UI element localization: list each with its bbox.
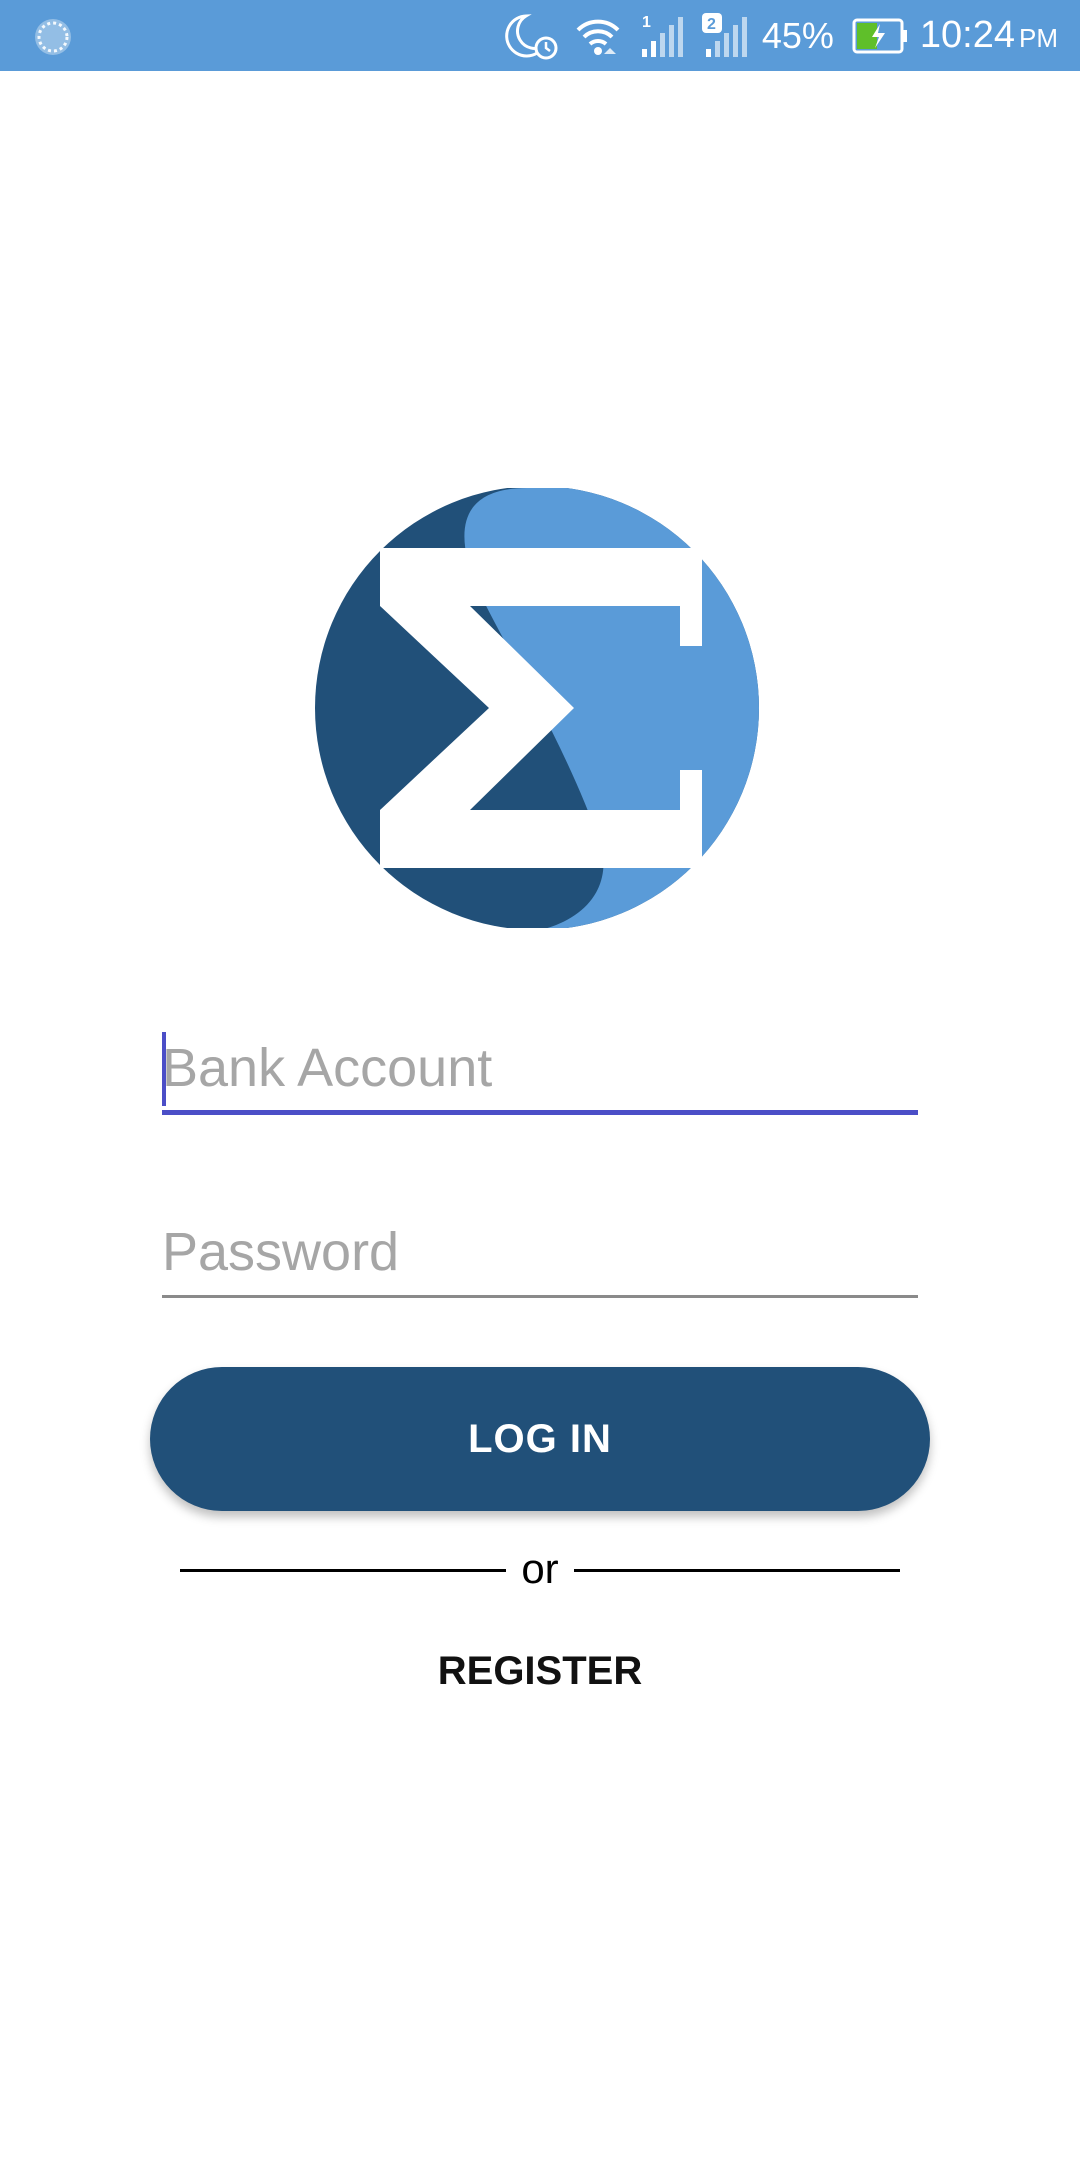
sigma-logo — [315, 488, 759, 928]
password-field[interactable] — [162, 1212, 918, 1298]
battery-charging-icon — [852, 18, 907, 53]
clock-time: 10:24 — [919, 14, 1015, 56]
text-cursor — [162, 1032, 166, 1106]
bank-account-input[interactable] — [162, 1028, 918, 1108]
register-button[interactable]: REGISTER — [390, 1640, 690, 1702]
login-button[interactable]: LOG IN — [150, 1367, 930, 1511]
password-input[interactable] — [162, 1212, 918, 1292]
status-bar: 1 2 45% 10:24 PM — [0, 0, 1080, 71]
or-divider: or — [180, 1545, 900, 1595]
signal-sim2-icon: 2 — [701, 12, 747, 57]
divider-line-right — [574, 1569, 900, 1572]
status-icons: 1 2 45% 10:24 PM — [490, 0, 1058, 71]
password-underline — [162, 1295, 918, 1298]
battery-percent: 45% — [761, 14, 834, 56]
login-screen: 1 2 45% 10:24 PM Bank Account LOG IN or … — [0, 0, 1080, 2160]
sim1-label: 1 — [642, 14, 651, 31]
loading-icon — [35, 19, 71, 55]
sim2-label: 2 — [707, 16, 716, 33]
bank-account-underline — [162, 1110, 918, 1115]
wifi-icon — [576, 19, 620, 55]
clock-ampm: PM — [1019, 23, 1058, 53]
bank-account-field[interactable] — [162, 1028, 918, 1115]
signal-sim1-icon: 1 — [641, 14, 683, 57]
clock: 10:24 PM — [920, 14, 1058, 57]
moon-alarm-icon — [505, 13, 558, 59]
